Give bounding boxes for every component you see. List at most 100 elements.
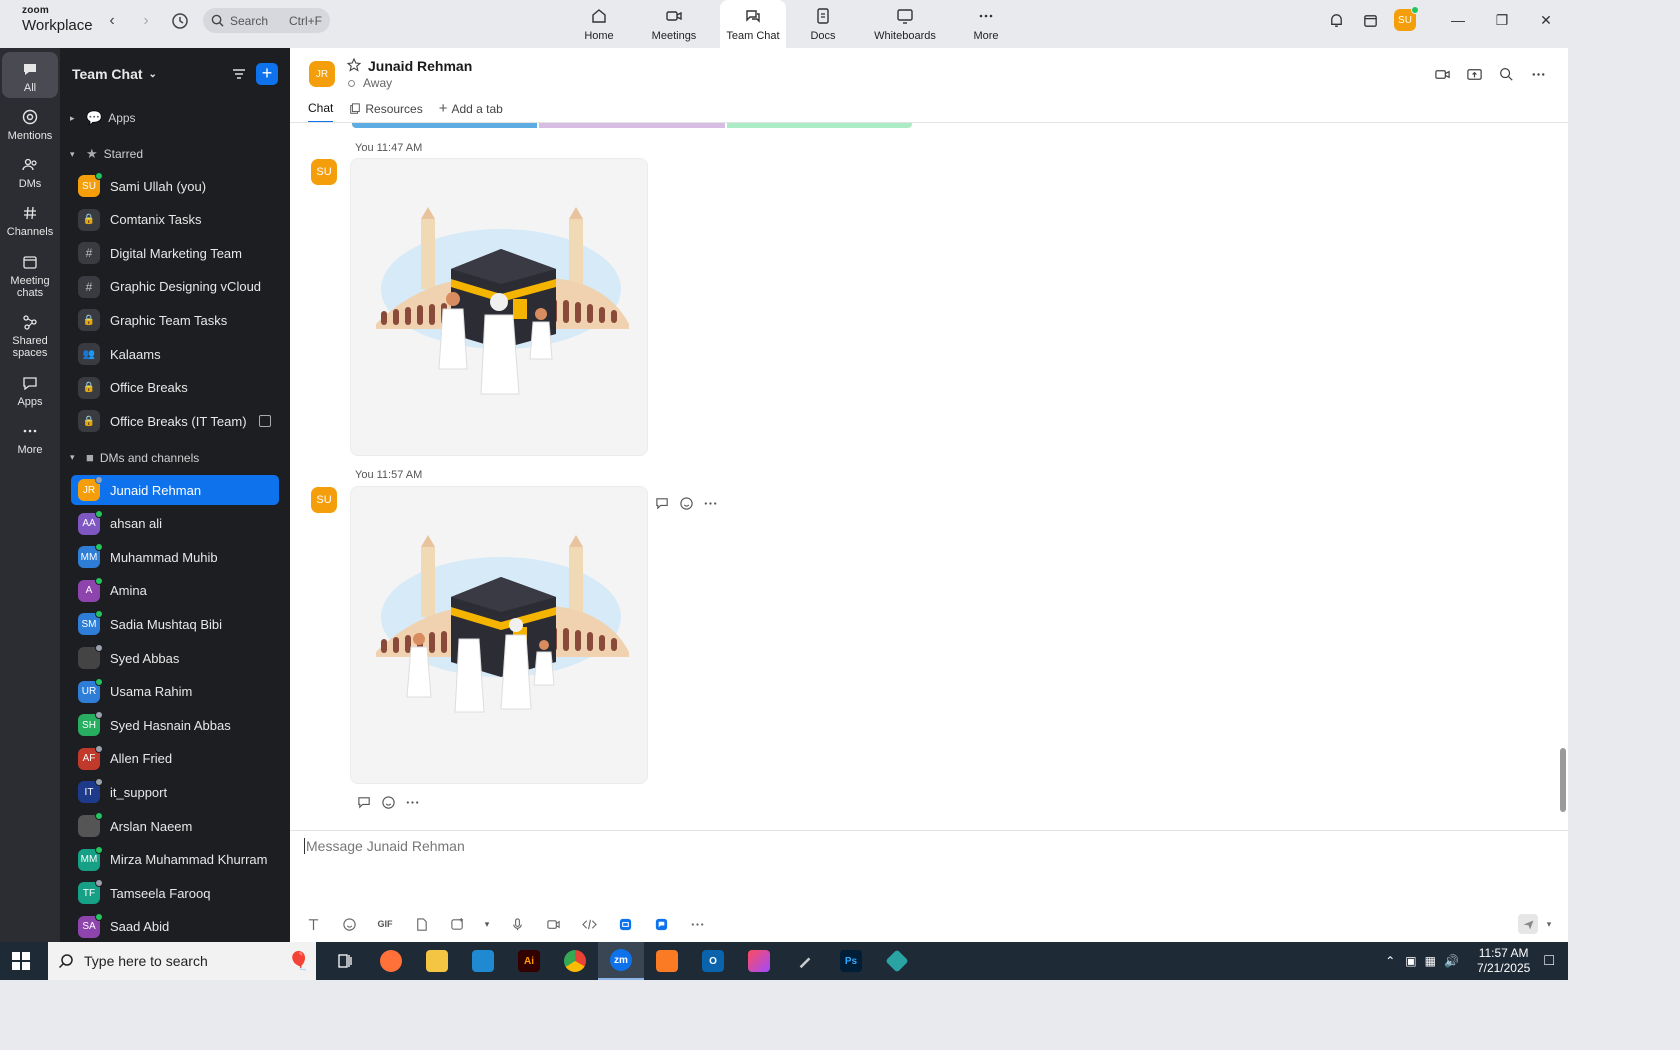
sidebar-title[interactable]: Team Chat ⌄ xyxy=(72,66,157,82)
video-call-icon[interactable] xyxy=(1432,64,1452,84)
task-view-icon[interactable] xyxy=(322,942,368,980)
forward-arrow-icon[interactable]: › xyxy=(136,11,156,31)
reply-icon[interactable] xyxy=(654,495,670,511)
sidebar-dm-item[interactable]: IT it_support xyxy=(71,777,279,807)
rail-item-meeting-chats[interactable]: Meeting chats xyxy=(2,253,58,299)
tray-chevron-up-icon[interactable]: ⌃ xyxy=(1385,954,1395,968)
nav-tab-whiteboards[interactable]: Whiteboards xyxy=(860,0,950,48)
sidebar-dm-item[interactable]: AF Allen Fried xyxy=(71,744,279,774)
message-avatar[interactable]: SU xyxy=(311,159,337,185)
taskbar-clock[interactable]: 11:57 AM 7/21/2025 xyxy=(1477,946,1530,976)
microphone-icon[interactable] xyxy=(506,914,528,934)
screenshot-icon[interactable] xyxy=(446,914,468,934)
photoshop-icon[interactable]: Ps xyxy=(828,942,874,980)
sidebar-starred-item[interactable]: 🔒 Office Breaks (IT Team) xyxy=(71,406,279,436)
close-button[interactable]: ✕ xyxy=(1524,0,1568,40)
outlook-icon[interactable]: O xyxy=(690,942,736,980)
sidebar-starred-item[interactable]: 👥 Kalaams xyxy=(71,339,279,369)
file-icon[interactable] xyxy=(410,914,432,934)
section-apps[interactable]: ▸ 💬 Apps xyxy=(70,110,136,126)
back-arrow-icon[interactable]: ‹ xyxy=(102,11,122,31)
notification-bell-icon[interactable] xyxy=(1326,10,1346,30)
search-box[interactable]: Search Ctrl+F xyxy=(203,8,330,33)
kaaba-illustration-image[interactable] xyxy=(350,158,648,456)
rail-item-channels[interactable]: Channels xyxy=(2,204,58,238)
emoji-reaction-icon[interactable] xyxy=(678,495,694,511)
chat-scrollbar[interactable] xyxy=(1560,748,1566,812)
more-icon[interactable] xyxy=(686,914,708,934)
section-starred[interactable]: ▾ ★ Starred xyxy=(70,146,143,162)
nav-tab-more[interactable]: More xyxy=(950,0,1022,48)
message-avatar[interactable]: SU xyxy=(311,487,337,513)
contact-name[interactable]: Junaid Rehman xyxy=(368,58,472,74)
zoom-meeting-app-icon[interactable] xyxy=(650,914,672,934)
search-icon[interactable] xyxy=(1496,64,1516,84)
send-icon[interactable] xyxy=(1518,914,1538,934)
vscode-icon[interactable] xyxy=(460,942,506,980)
notification-center-icon[interactable]: □ xyxy=(1544,952,1554,970)
filter-icon[interactable] xyxy=(230,65,248,83)
tab-add[interactable]: + Add a tab xyxy=(439,100,503,123)
emoji-icon[interactable] xyxy=(338,914,360,934)
windows-start-icon[interactable] xyxy=(12,952,30,970)
maximize-button[interactable]: ❐ xyxy=(1480,0,1524,40)
sidebar-dm-item[interactable]: MM Muhammad Muhib xyxy=(71,542,279,572)
chrome-icon[interactable] xyxy=(552,942,598,980)
minimize-button[interactable]: — xyxy=(1436,0,1480,40)
more-icon[interactable] xyxy=(404,794,420,810)
chevron-down-icon[interactable]: ▾ xyxy=(1544,914,1554,934)
rail-item-apps[interactable]: Apps xyxy=(2,374,58,408)
rail-item-more[interactable]: More xyxy=(2,422,58,456)
taskbar-search[interactable]: Type here to search 🎈 xyxy=(48,942,316,980)
illustrator-icon[interactable]: Ai xyxy=(506,942,552,980)
share-screen-icon[interactable] xyxy=(1464,64,1484,84)
tray-display-icon[interactable]: ▣ xyxy=(1405,954,1416,968)
xampp-icon[interactable] xyxy=(644,942,690,980)
nav-tab-docs[interactable]: Docs xyxy=(786,0,860,48)
volume-icon[interactable]: 🔊 xyxy=(1444,954,1459,968)
sidebar-starred-item[interactable]: 🔒 Office Breaks xyxy=(71,373,279,403)
sidebar-dm-item[interactable]: AA ahsan ali xyxy=(71,509,279,539)
sidebar-dm-item[interactable]: SA Saad Abid xyxy=(71,912,279,942)
network-icon[interactable]: ▦ xyxy=(1425,954,1436,968)
gif-icon[interactable]: GIF xyxy=(374,914,396,934)
section-dms-and-channels[interactable]: ▾ ■ DMs and channels xyxy=(70,450,199,465)
new-chat-button[interactable]: + xyxy=(256,63,278,85)
sidebar-dm-item[interactable]: JR Junaid Rehman xyxy=(71,475,279,505)
user-avatar[interactable]: SU xyxy=(1394,6,1419,31)
star-icon[interactable] xyxy=(346,57,362,72)
sidebar-dm-item[interactable]: UR Usama Rahim xyxy=(71,677,279,707)
tab-resources[interactable]: Resources xyxy=(349,100,423,123)
sidebar-starred-item[interactable]: 🔒 Graphic Team Tasks xyxy=(71,305,279,335)
emoji-reaction-icon[interactable] xyxy=(380,794,396,810)
more-icon[interactable] xyxy=(702,495,718,511)
sidebar-dm-item[interactable]: SH Syed Hasnain Abbas xyxy=(71,710,279,740)
message-input[interactable]: Message Junaid Rehman xyxy=(304,838,465,854)
sidebar-starred-item[interactable]: # Digital Marketing Team xyxy=(71,238,279,268)
zoom-app-icon[interactable]: zm xyxy=(598,942,644,980)
more-options-icon[interactable] xyxy=(1528,64,1548,84)
sidebar-starred-item[interactable]: 🔒 Comtanix Tasks xyxy=(71,205,279,235)
tab-chat[interactable]: Chat xyxy=(308,100,334,123)
creative-cloud-icon[interactable] xyxy=(736,942,782,980)
video-message-icon[interactable] xyxy=(542,914,564,934)
code-snippet-icon[interactable] xyxy=(578,914,600,934)
sidebar-dm-item[interactable]: MM Mirza Muhammad Khurram xyxy=(71,845,279,875)
app-integration-icon[interactable] xyxy=(614,914,636,934)
sidebar-dm-item[interactable]: SM Sadia Mushtaq Bibi xyxy=(71,609,279,639)
calendar-icon[interactable] xyxy=(1360,10,1380,30)
contact-avatar[interactable]: JR xyxy=(309,61,335,87)
sidebar-dm-item[interactable]: A Amina xyxy=(71,576,279,606)
firefox-icon[interactable] xyxy=(368,942,414,980)
file-explorer-icon[interactable] xyxy=(414,942,460,980)
rail-item-dms[interactable]: DMs xyxy=(2,156,58,190)
chevron-down-icon[interactable]: ▾ xyxy=(482,914,492,934)
sidebar-dm-item[interactable]: TF Tamseela Farooq xyxy=(71,878,279,908)
sidebar-starred-item[interactable]: SU Sami Ullah (you) xyxy=(71,171,279,201)
rail-item-shared-spaces[interactable]: Shared spaces xyxy=(2,313,58,359)
rail-item-mentions[interactable]: Mentions xyxy=(2,108,58,142)
sidebar-dm-item[interactable]: Arslan Naeem xyxy=(71,811,279,841)
text-format-icon[interactable] xyxy=(302,914,324,934)
rail-item-all[interactable]: All xyxy=(2,52,58,98)
kaaba-illustration-image[interactable] xyxy=(350,486,648,784)
